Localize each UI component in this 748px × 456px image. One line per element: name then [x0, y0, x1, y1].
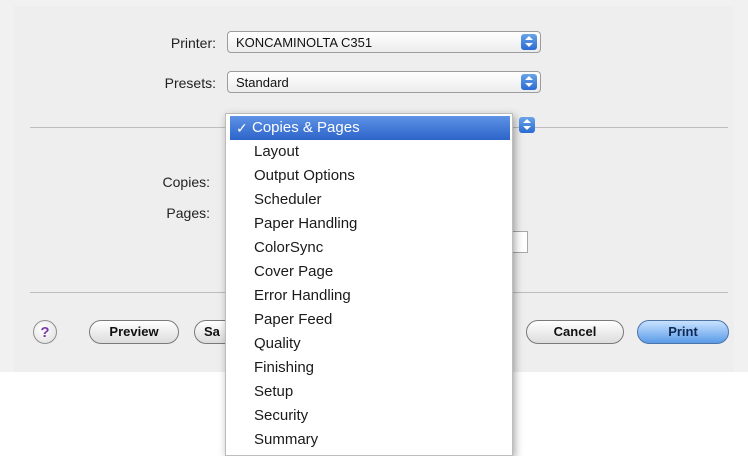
menu-item-label: Security: [254, 407, 309, 424]
menu-item-layout[interactable]: Layout: [226, 140, 512, 164]
panel-menu: ✓ Copies & Pages Layout Output Options S…: [225, 113, 513, 456]
printer-popup[interactable]: KONCAMINOLTA C351: [227, 31, 541, 53]
copies-label: Copies:: [162, 174, 210, 190]
menu-item-label: Paper Handling: [254, 215, 358, 232]
popup-arrows-icon: [521, 34, 537, 50]
menu-item-label: Error Handling: [254, 287, 351, 304]
menu-item-paper-handling[interactable]: Paper Handling: [226, 212, 512, 236]
cancel-button[interactable]: Cancel: [526, 320, 624, 344]
menu-item-label: Cover Page: [254, 263, 334, 280]
printer-label: Printer:: [170, 35, 216, 51]
menu-item-setup[interactable]: Setup: [226, 380, 512, 404]
menu-item-colorsync[interactable]: ColorSync: [226, 236, 512, 260]
preview-button[interactable]: Preview: [89, 320, 179, 344]
menu-item-paper-feed[interactable]: Paper Feed: [226, 308, 512, 332]
menu-item-label: Summary: [254, 431, 319, 448]
popup-arrows-icon: [519, 117, 535, 133]
menu-item-label: Setup: [254, 383, 294, 400]
menu-item-finishing[interactable]: Finishing: [226, 356, 512, 380]
popup-arrows-icon: [521, 74, 537, 90]
menu-item-label: Output Options: [254, 167, 355, 184]
menu-item-scheduler[interactable]: Scheduler: [226, 188, 512, 212]
menu-item-label: Copies & Pages: [252, 119, 360, 136]
menu-item-quality[interactable]: Quality: [226, 332, 512, 356]
printer-value: KONCAMINOLTA C351: [236, 35, 373, 50]
menu-item-copies-pages[interactable]: ✓ Copies & Pages: [230, 116, 510, 140]
menu-item-label: Layout: [254, 143, 300, 160]
menu-item-label: Finishing: [254, 359, 315, 376]
help-button[interactable]: ?: [33, 320, 57, 344]
menu-item-error-handling[interactable]: Error Handling: [226, 284, 512, 308]
menu-item-label: Quality: [254, 335, 301, 352]
menu-item-cover-page[interactable]: Cover Page: [226, 260, 512, 284]
menu-item-summary[interactable]: Summary: [226, 428, 512, 452]
menu-item-label: ColorSync: [254, 239, 324, 256]
presets-popup[interactable]: Standard: [227, 71, 541, 93]
checkmark-icon: ✓: [236, 120, 248, 136]
print-button[interactable]: Print: [637, 320, 729, 344]
pages-label: Pages:: [166, 205, 210, 221]
menu-item-output-options[interactable]: Output Options: [226, 164, 512, 188]
presets-label: Presets:: [164, 75, 216, 91]
menu-item-label: Scheduler: [254, 191, 322, 208]
menu-item-security[interactable]: Security: [226, 404, 512, 428]
menu-item-label: Paper Feed: [254, 311, 333, 328]
presets-value: Standard: [236, 75, 289, 90]
